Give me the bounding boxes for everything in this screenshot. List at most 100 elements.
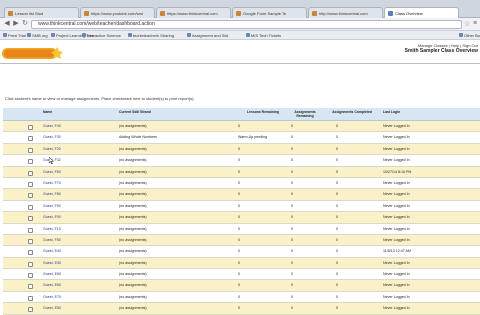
bookmark-item[interactable]: Assignment and Skil: [187, 33, 228, 38]
student-name-link[interactable]: Guest, F70: [43, 178, 61, 189]
student-name-link[interactable]: Guest, F50: [43, 235, 61, 246]
last-login-cell: Never Logged In: [383, 203, 410, 208]
menu-icon[interactable]: ≡: [471, 20, 479, 28]
bookmark-item[interactable]: Interactive Science: [82, 33, 121, 38]
skill-strand-cell: (no assignments): [119, 226, 147, 231]
student-name-link[interactable]: Guest, E50: [43, 303, 61, 314]
browser-tab[interactable]: https://www.youtube.com/wat: [80, 7, 155, 18]
assignments-completed-cell: 0: [336, 306, 338, 311]
url-input[interactable]: www.thinkcentral.com/web/teacher/dashboa…: [31, 20, 462, 29]
table-row: Guest, E80 (no assignments) 0 0 0 Never Logge…: [3, 269, 480, 281]
table-row: Guest, F32 (no assignments) 0 0 0 Never Logge…: [3, 155, 480, 167]
student-name-link[interactable]: Guest, F90: [43, 201, 61, 212]
row-checkbox[interactable]: [28, 204, 33, 210]
last-login-cell: Never Logged In: [383, 272, 410, 277]
skill-strand-cell: (no assignments): [119, 169, 147, 174]
last-login-cell: Never Logged In: [383, 135, 410, 140]
assignments-completed-cell: 0: [336, 215, 338, 220]
browser-tab[interactable]: Lesson list Stud: [4, 7, 79, 18]
table-row: Guest, F30 Adding Whole Numbers Warm-Up pe…: [3, 132, 480, 144]
row-checkbox[interactable]: [28, 273, 33, 279]
instructions-text: Click student's name to view or manage a…: [5, 96, 195, 101]
last-login-cell: Never Logged In: [383, 294, 410, 299]
tab-favicon-icon: [388, 11, 393, 16]
browser-tab[interactable]: https://www.thinkcentral.com: [156, 7, 231, 18]
bookmark-item[interactable]: techieteacherk Sharing: [128, 33, 174, 38]
skill-strand-cell: Adding Whole Numbers: [119, 135, 157, 140]
assignments-completed-cell: 0: [336, 158, 338, 163]
assignments-completed-cell: 0: [336, 135, 338, 140]
row-checkbox[interactable]: [28, 250, 33, 256]
row-checkbox[interactable]: [28, 227, 33, 233]
last-login-cell: Never Logged In: [383, 146, 410, 151]
student-name-link[interactable]: Guest, F30: [43, 132, 61, 143]
row-checkbox[interactable]: [28, 170, 33, 176]
assignments-remaining-cell: 0: [291, 294, 293, 299]
reload-icon[interactable]: ↻: [21, 20, 29, 28]
student-name-link[interactable]: Guest, F20: [43, 144, 61, 155]
lessons-remaining-cell: 0: [238, 146, 240, 151]
lessons-remaining-cell: 0: [238, 294, 240, 299]
assignments-completed-cell: 0: [336, 146, 338, 151]
bookmark-label: Assignment and Skil: [192, 33, 229, 38]
row-checkbox[interactable]: [28, 136, 33, 142]
back-icon[interactable]: ◀: [3, 20, 11, 28]
tab-label: Class Overview: [395, 11, 423, 16]
skill-strand-cell: (no assignments): [119, 294, 147, 299]
bookmark-favicon-icon: [51, 33, 55, 37]
student-name-link[interactable]: Guest, E30: [43, 258, 61, 269]
lessons-remaining-cell: 0: [238, 215, 240, 220]
bookmark-label: techieteacherk Sharing: [133, 33, 174, 38]
row-checkbox[interactable]: [28, 216, 33, 222]
bookmark-item[interactable]: Prezi Trial: [3, 33, 26, 38]
bookmark-star-icon[interactable]: ☆: [464, 20, 470, 28]
row-checkbox[interactable]: [28, 193, 33, 199]
browser-tab[interactable]: Google Form Sample Te: [232, 7, 307, 18]
student-name-link[interactable]: Guest, E80: [43, 269, 61, 280]
skill-strand-cell: (no assignments): [119, 146, 147, 151]
skill-strand-cell: (no assignments): [119, 158, 147, 163]
student-name-link[interactable]: Guest, F00: [43, 212, 61, 223]
table-row: Guest, F80 (no assignments) 0 0 0 Never Logge…: [3, 189, 480, 201]
assignments-completed-cell: 0: [336, 260, 338, 265]
row-checkbox[interactable]: [28, 295, 33, 301]
col-name[interactable]: Name: [43, 110, 52, 114]
row-checkbox[interactable]: [28, 307, 33, 313]
table-row: Guest, F70 (no assignments) 0 0 0 Never Logge…: [3, 177, 480, 190]
assignments-remaining-cell: 0: [291, 249, 293, 254]
last-login-cell: 10/27/14 8:16 PM: [383, 169, 412, 174]
assignments-completed-cell: 0: [336, 203, 338, 208]
bookmark-favicon-icon: [187, 33, 191, 37]
assignments-completed-cell: 0: [336, 226, 338, 231]
row-checkbox[interactable]: [28, 238, 33, 244]
bookmark-favicon-icon: [128, 33, 132, 37]
assignments-remaining-cell: 0: [291, 180, 293, 185]
row-checkbox[interactable]: [28, 261, 33, 267]
student-name-link[interactable]: Guest, E60: [43, 280, 61, 291]
bookmark-item[interactable]: Other Bookmarks: [459, 33, 480, 38]
student-name-link[interactable]: Guest, F40: [43, 121, 61, 132]
last-login-cell: 11/5/13 12:47 AM: [383, 249, 411, 254]
row-checkbox[interactable]: [28, 284, 33, 290]
forward-icon[interactable]: ▶: [12, 20, 20, 28]
row-checkbox[interactable]: [28, 147, 33, 153]
lessons-remaining-cell: 0: [238, 226, 240, 231]
browser-tab[interactable]: Class Overview: [384, 7, 459, 18]
row-checkbox[interactable]: [28, 125, 33, 130]
student-name-link[interactable]: Guest, F10: [43, 224, 61, 235]
table-row: Guest, F10 (no assignments) 0 0 0 Never Logge…: [3, 223, 480, 235]
student-name-link[interactable]: Guest, F80: [43, 189, 61, 200]
table-row: Guest, E40 (no assignments) 0 0 0 11/5/13 12:…: [3, 246, 480, 258]
student-name-link[interactable]: Guest, F60: [43, 167, 61, 178]
row-checkbox[interactable]: [28, 181, 33, 187]
student-name-link[interactable]: Guest, E40: [43, 246, 61, 257]
assignments-remaining-cell: 0: [291, 283, 293, 288]
table-row: Guest, F00 (no assignments) 0 0 0 Never Logge…: [3, 212, 480, 224]
lessons-remaining-cell: 0: [238, 283, 240, 288]
bookmark-item[interactable]: SMB.org: [27, 33, 48, 38]
browser-tab[interactable]: http://www.thinkcentral.com: [308, 7, 383, 18]
logo: [2, 47, 63, 59]
student-name-link[interactable]: Guest, E70: [43, 292, 61, 303]
row-checkbox[interactable]: [28, 159, 33, 165]
bookmark-item[interactable]: MIS Tech Tickets: [246, 33, 281, 38]
